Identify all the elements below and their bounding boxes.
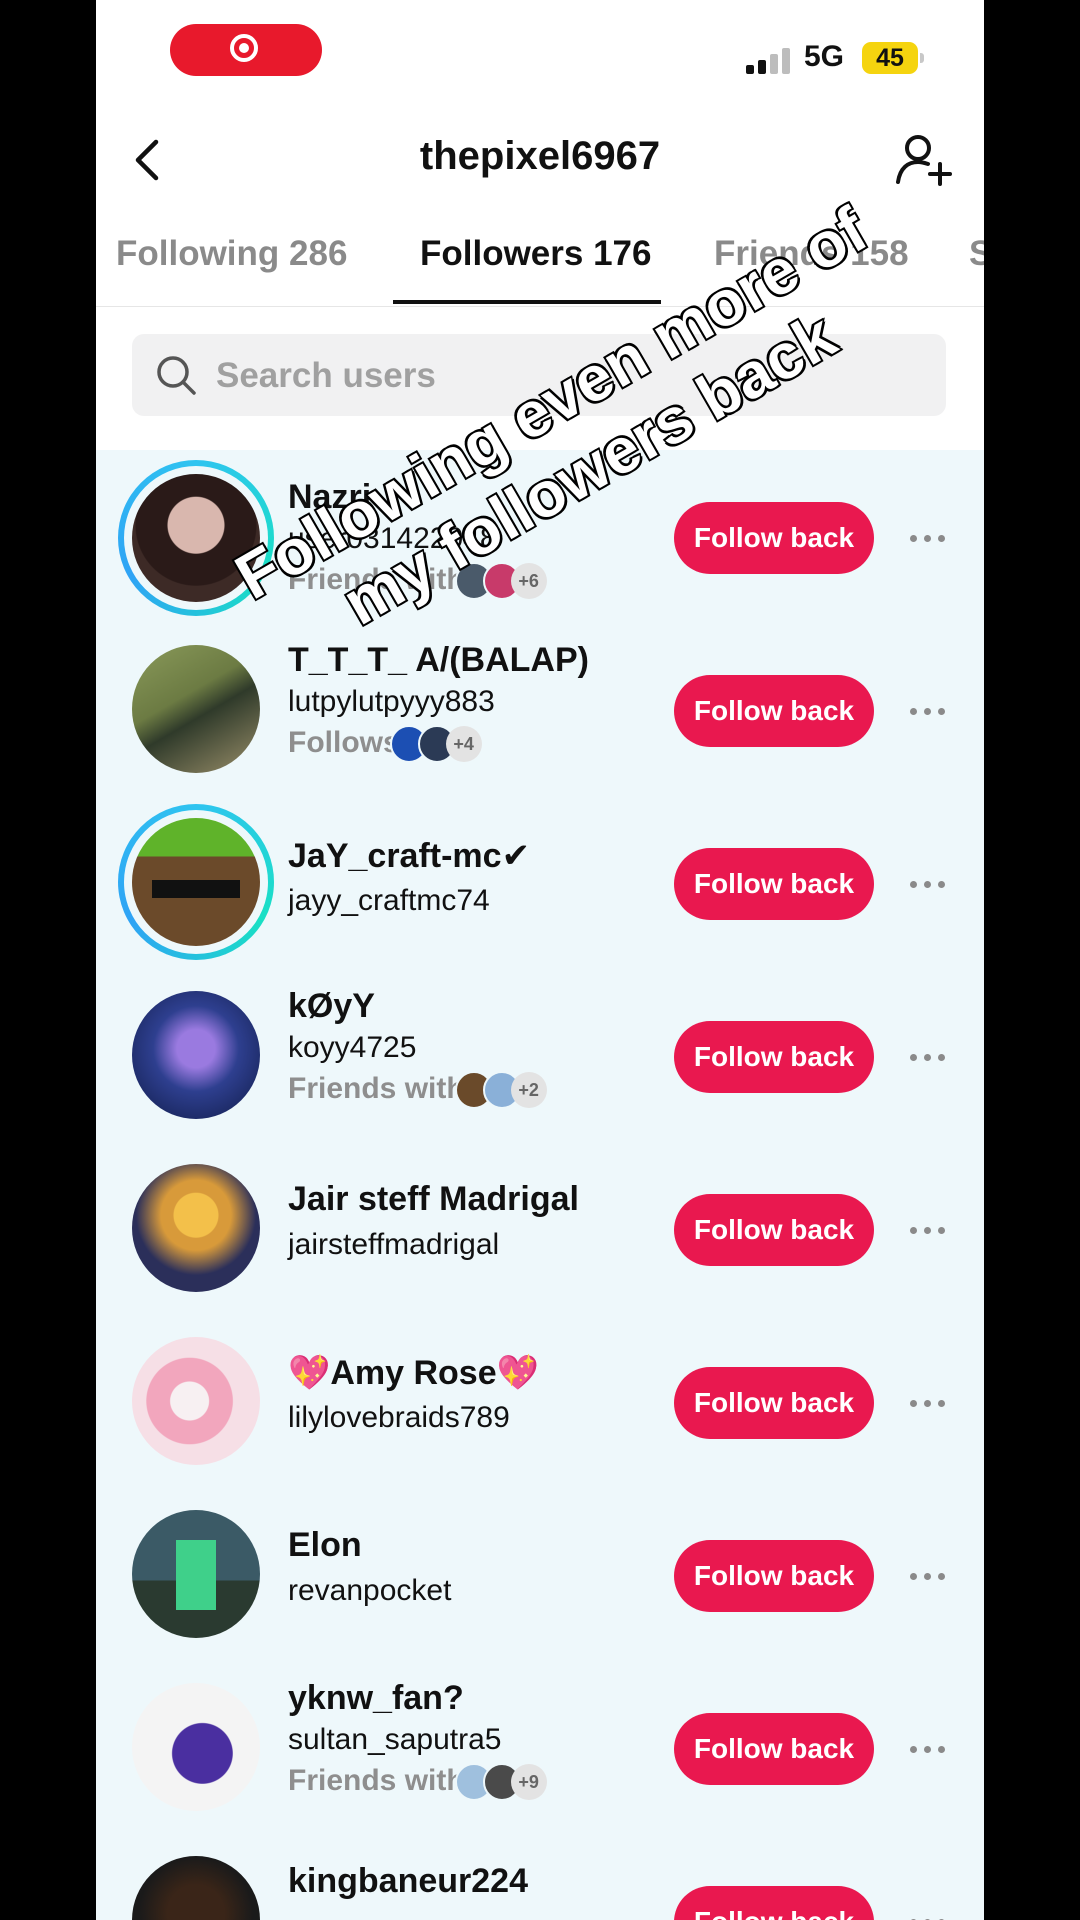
tab-following[interactable]: Following 286 <box>116 234 347 274</box>
more-options-icon[interactable] <box>910 1746 950 1756</box>
follow-back-button[interactable]: Follow back <box>674 1367 874 1439</box>
mutual-connections: Follows +4 <box>288 725 482 763</box>
mutual-count: +6 <box>510 563 547 599</box>
follow-back-button[interactable]: Follow back <box>674 1194 874 1266</box>
mutual-connections: Friends with +9 <box>288 1763 547 1801</box>
more-options-icon[interactable] <box>910 1573 950 1583</box>
more-options-icon[interactable] <box>910 1054 950 1064</box>
mutual-label: Friends with <box>288 562 465 596</box>
avatar <box>132 474 260 602</box>
follow-back-button[interactable]: Follow back <box>674 1886 874 1920</box>
follower-list: Nazri user031422048 Friends with +6 Follo… <box>96 450 984 1920</box>
more-options-icon[interactable] <box>910 1227 950 1237</box>
user-display-name: 💖Amy Rose💖 <box>288 1354 539 1392</box>
status-bar: 5G 45 <box>96 0 984 110</box>
user-display-name: kØyY <box>288 987 375 1025</box>
mutual-label: Friends with <box>288 1071 465 1105</box>
list-item[interactable]: kingbaneur224 Follow back <box>96 1834 984 1920</box>
more-options-icon[interactable] <box>910 535 950 545</box>
user-handle: user031422048 <box>288 522 497 555</box>
avatar[interactable] <box>132 645 260 773</box>
user-display-name: yknw_fan? <box>288 1679 464 1717</box>
record-icon <box>230 34 258 62</box>
avatar[interactable] <box>132 1510 260 1638</box>
list-item[interactable]: yknw_fan? sultan_saputra5 Friends with +9… <box>96 1661 984 1834</box>
signal-icon <box>746 48 790 74</box>
user-handle: koyy4725 <box>288 1031 417 1064</box>
list-item[interactable]: T_T_T_ A/(BALAP) lutpylutpyyy883 Follows… <box>96 623 984 796</box>
user-display-name: Nazri <box>288 478 372 516</box>
follow-back-button[interactable]: Follow back <box>674 1713 874 1785</box>
user-handle: sultan_saputra5 <box>288 1723 502 1756</box>
page-title: thepixel6967 <box>419 134 661 178</box>
mutual-count: +2 <box>510 1072 547 1108</box>
story-ring[interactable] <box>118 804 274 960</box>
avatar[interactable] <box>132 1683 260 1811</box>
avatar[interactable] <box>132 1164 260 1292</box>
user-handle: lilylovebraids789 <box>288 1401 510 1434</box>
user-display-name: Elon <box>288 1526 362 1564</box>
mutual-connections: Friends with +2 <box>288 1071 547 1109</box>
add-user-icon[interactable] <box>894 130 954 190</box>
search-bar[interactable] <box>132 334 946 418</box>
tab-followers[interactable]: Followers 176 <box>420 234 651 274</box>
avatar[interactable] <box>132 991 260 1119</box>
user-display-name: T_T_T_ A/(BALAP) <box>288 641 589 679</box>
mutual-label: Follows <box>288 725 400 759</box>
screen-recording-indicator[interactable] <box>170 24 322 76</box>
follow-back-button[interactable]: Follow back <box>674 675 874 747</box>
follow-back-button[interactable]: Follow back <box>674 848 874 920</box>
search-icon <box>157 356 196 395</box>
user-handle: lutpylutpyyy883 <box>288 685 495 718</box>
user-display-name: kingbaneur224 <box>288 1862 528 1900</box>
mutual-connections: Friends with +6 <box>288 562 547 600</box>
follow-back-button[interactable]: Follow back <box>674 1021 874 1093</box>
list-item[interactable]: 💖Amy Rose💖 lilylovebraids789 Follow back <box>96 1315 984 1488</box>
battery-icon: 45 <box>862 42 924 74</box>
avatar[interactable] <box>132 1337 260 1465</box>
follow-back-button[interactable]: Follow back <box>674 1540 874 1612</box>
user-handle: jayy_craftmc74 <box>288 884 490 917</box>
avatar[interactable] <box>132 1856 260 1920</box>
app-screen: 5G 45 thepixel6967 Following 286 Followe… <box>96 0 984 1920</box>
story-ring[interactable] <box>118 460 274 616</box>
tab-suggested[interactable]: S <box>969 234 984 274</box>
list-item[interactable]: kØyY koyy4725 Friends with +2 Follow back <box>96 969 984 1142</box>
user-display-name: JaY_craft-mc✔ <box>288 837 531 875</box>
list-item[interactable]: Jair steff Madrigal jairsteffmadrigal Fo… <box>96 1142 984 1315</box>
network-label: 5G <box>804 40 845 73</box>
top-nav: thepixel6967 <box>96 110 984 210</box>
mutual-count: +9 <box>510 1764 547 1800</box>
list-item[interactable]: Elon revanpocket Follow back <box>96 1488 984 1661</box>
search-input[interactable] <box>214 334 918 418</box>
list-item[interactable]: Nazri user031422048 Friends with +6 Follo… <box>96 450 984 623</box>
tab-bar: Following 286 Followers 176 Friends 158 … <box>96 222 984 307</box>
more-options-icon[interactable] <box>910 708 950 718</box>
mutual-label: Friends with <box>288 1763 465 1797</box>
tab-friends[interactable]: Friends 158 <box>714 234 909 274</box>
avatar <box>132 818 260 946</box>
more-options-icon[interactable] <box>910 881 950 891</box>
follow-back-button[interactable]: Follow back <box>674 502 874 574</box>
mutual-count: +4 <box>445 726 482 762</box>
user-handle: jairsteffmadrigal <box>288 1228 500 1261</box>
back-arrow-icon[interactable] <box>122 132 178 188</box>
active-tab-indicator <box>393 300 661 304</box>
user-handle: revanpocket <box>288 1574 452 1607</box>
user-display-name: Jair steff Madrigal <box>288 1180 579 1218</box>
more-options-icon[interactable] <box>910 1400 950 1410</box>
list-item[interactable]: JaY_craft-mc✔ jayy_craftmc74 Follow back <box>96 796 984 969</box>
